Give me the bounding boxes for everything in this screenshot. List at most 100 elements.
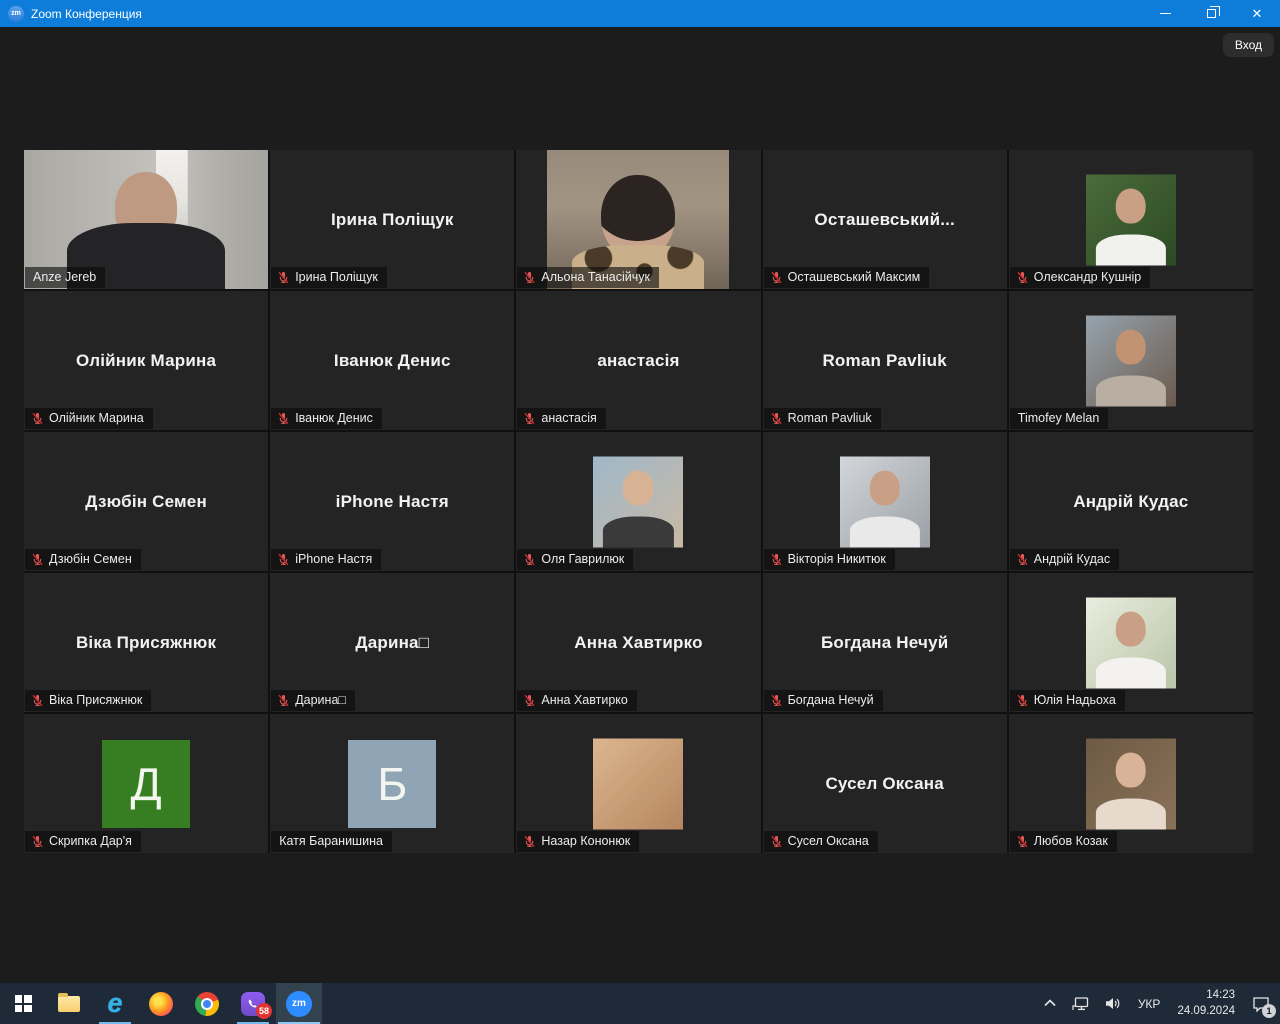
- participant-tile[interactable]: Д Скрипка Дар'я: [24, 714, 268, 853]
- participant-name-label: Анна Хавтирко: [541, 693, 627, 707]
- participant-tile[interactable]: Назар Кононюк: [516, 714, 760, 853]
- participant-name-label: Олександр Кушнір: [1034, 270, 1141, 284]
- language-indicator[interactable]: УКР: [1132, 983, 1167, 1024]
- participant-name-tag: Олександр Кушнір: [1010, 267, 1150, 288]
- profile-photo: [840, 456, 930, 547]
- muted-mic-icon: [1016, 835, 1029, 848]
- participant-name-label: анастасія: [541, 411, 596, 425]
- minimize-icon: [1160, 13, 1171, 14]
- participant-tile[interactable]: Олійник Марина Олійник Марина: [24, 291, 268, 430]
- close-button[interactable]: ✕: [1234, 0, 1280, 27]
- viber-button[interactable]: 58: [230, 983, 276, 1024]
- muted-mic-icon: [770, 412, 783, 425]
- clock-date: 24.09.2024: [1177, 1004, 1235, 1020]
- participant-tile[interactable]: Юлія Надьоха: [1009, 573, 1253, 712]
- participant-name-label: Богдана Нечуй: [788, 693, 874, 707]
- speaker-icon: [1106, 997, 1122, 1010]
- muted-mic-icon: [523, 271, 536, 284]
- participant-tile[interactable]: Дарина□ Дарина□: [270, 573, 514, 712]
- participant-name-tag: Дзюбін Семен: [25, 549, 141, 570]
- notification-badge: 1: [1262, 1004, 1276, 1018]
- participant-tile[interactable]: Альона Танасійчук: [516, 150, 760, 289]
- participant-tile[interactable]: Іванюк Денис Іванюк Денис: [270, 291, 514, 430]
- participant-name-tag: Скрипка Дар'я: [25, 831, 141, 852]
- network-icon: [1072, 997, 1090, 1011]
- clock-time: 14:23: [1177, 988, 1235, 1004]
- clock[interactable]: 14:23 24.09.2024: [1170, 988, 1242, 1019]
- viber-badge: 58: [256, 1003, 272, 1019]
- participant-name-label: Андрій Кудас: [1034, 552, 1110, 566]
- participant-name-label: Оля Гаврилюк: [541, 552, 624, 566]
- participant-name-tag: Анна Хавтирко: [517, 690, 636, 711]
- participant-tile[interactable]: Roman Pavliuk Roman Pavliuk: [763, 291, 1007, 430]
- participant-name-tag: Олійник Марина: [25, 408, 153, 429]
- participant-tile[interactable]: Сусел Оксана Сусел Оксана: [763, 714, 1007, 853]
- restore-icon: [1207, 9, 1216, 18]
- participant-name-tag: Roman Pavliuk: [764, 408, 881, 429]
- profile-photo: [593, 738, 683, 829]
- muted-mic-icon: [1016, 694, 1029, 707]
- windows-taskbar: e 58 zm: [0, 983, 1280, 1024]
- muted-mic-icon: [523, 412, 536, 425]
- participant-tile[interactable]: Осташевський... Осташевський Максим: [763, 150, 1007, 289]
- muted-mic-icon: [523, 694, 536, 707]
- participant-tile[interactable]: iPhone Настя iPhone Настя: [270, 432, 514, 571]
- muted-mic-icon: [31, 412, 44, 425]
- participant-name-label: iPhone Настя: [295, 552, 372, 566]
- internet-explorer-button[interactable]: e: [92, 983, 138, 1024]
- participant-grid: Anze Jereb Ірина Поліщук Ірина Поліщук: [24, 150, 1253, 853]
- signin-button[interactable]: Вход: [1223, 33, 1274, 57]
- participant-tile[interactable]: Timofey Melan: [1009, 291, 1253, 430]
- muted-mic-icon: [277, 412, 290, 425]
- window-titlebar: zm Zoom Конференция ✕: [0, 0, 1280, 27]
- restore-button[interactable]: [1188, 0, 1234, 27]
- muted-mic-icon: [277, 271, 290, 284]
- participant-tile[interactable]: Дзюбін Семен Дзюбін Семен: [24, 432, 268, 571]
- tray-expand-button[interactable]: [1038, 983, 1062, 1024]
- zoom-app-icon: zm: [8, 6, 24, 22]
- chrome-icon: [195, 992, 219, 1016]
- participant-tile[interactable]: Богдана Нечуй Богдана Нечуй: [763, 573, 1007, 712]
- participant-name-label: Віка Присяжнюк: [49, 693, 142, 707]
- participant-tile[interactable]: Олександр Кушнір: [1009, 150, 1253, 289]
- participant-name-label: Roman Pavliuk: [788, 411, 872, 425]
- participant-name-label: Вікторія Никитюк: [788, 552, 886, 566]
- zoom-taskbar-button[interactable]: zm: [276, 983, 322, 1024]
- participant-tile[interactable]: Б Катя Баранишина: [270, 714, 514, 853]
- windows-logo-icon: [15, 995, 32, 1012]
- action-center-button[interactable]: 1: [1246, 983, 1276, 1024]
- muted-mic-icon: [523, 553, 536, 566]
- participant-tile[interactable]: Оля Гаврилюк: [516, 432, 760, 571]
- participant-tile[interactable]: Anze Jereb: [24, 150, 268, 289]
- network-button[interactable]: [1066, 983, 1096, 1024]
- chrome-button[interactable]: [184, 983, 230, 1024]
- viber-icon: 58: [241, 992, 265, 1016]
- participant-tile[interactable]: анастасія анастасія: [516, 291, 760, 430]
- participant-tile[interactable]: Вікторія Никитюк: [763, 432, 1007, 571]
- close-icon: ✕: [1252, 7, 1263, 20]
- file-explorer-button[interactable]: [46, 983, 92, 1024]
- muted-mic-icon: [31, 553, 44, 566]
- initial-avatar: Б: [348, 740, 436, 828]
- participant-name-tag: Дарина□: [271, 690, 355, 711]
- volume-button[interactable]: [1100, 983, 1128, 1024]
- participant-tile[interactable]: Анна Хавтирко Анна Хавтирко: [516, 573, 760, 712]
- minimize-button[interactable]: [1142, 0, 1188, 27]
- participant-tile[interactable]: Ірина Поліщук Ірина Поліщук: [270, 150, 514, 289]
- muted-mic-icon: [1016, 553, 1029, 566]
- participant-name-tag: Любов Козак: [1010, 831, 1117, 852]
- participant-name-label: Anze Jereb: [33, 270, 96, 284]
- participant-name-tag: Timofey Melan: [1010, 408, 1109, 429]
- participant-tile[interactable]: Андрій Кудас Андрій Кудас: [1009, 432, 1253, 571]
- start-button[interactable]: [0, 983, 46, 1024]
- participant-tile[interactable]: Віка Присяжнюк Віка Присяжнюк: [24, 573, 268, 712]
- participant-name-tag: Назар Кононюк: [517, 831, 639, 852]
- participant-name-label: Альона Танасійчук: [541, 270, 650, 284]
- participant-name-label: Катя Баранишина: [279, 834, 383, 848]
- muted-mic-icon: [31, 694, 44, 707]
- profile-photo: [593, 456, 683, 547]
- firefox-button[interactable]: [138, 983, 184, 1024]
- profile-photo: [1086, 174, 1176, 265]
- participant-tile[interactable]: Любов Козак: [1009, 714, 1253, 853]
- participant-name-tag: Ірина Поліщук: [271, 267, 387, 288]
